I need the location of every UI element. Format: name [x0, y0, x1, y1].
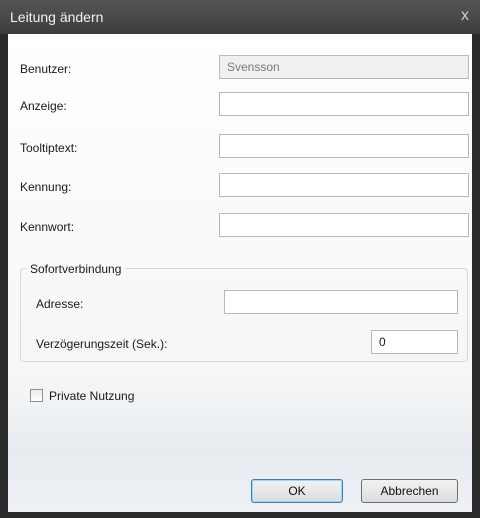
delay-label: Verzögerungszeit (Sek.): [36, 337, 168, 351]
close-icon[interactable]: x [454, 6, 476, 26]
kennung-label: Kennung: [20, 180, 72, 194]
tooltiptext-label: Tooltiptext: [20, 141, 78, 155]
adresse-input[interactable] [224, 290, 458, 314]
kennwort-label: Kennwort: [20, 220, 75, 234]
title-bar[interactable]: Leitung ändern x [0, 0, 480, 34]
benutzer-field: Svensson [219, 55, 469, 79]
kennwort-input[interactable] [219, 213, 469, 237]
kennung-input[interactable] [219, 173, 469, 197]
cancel-button[interactable]: Abbrechen [361, 479, 458, 503]
dialog-title: Leitung ändern [10, 9, 104, 25]
benutzer-label: Benutzer: [20, 62, 72, 76]
anzeige-input[interactable] [219, 92, 469, 116]
sofortverbindung-group-title: Sofortverbindung [26, 262, 126, 276]
private-nutzung-checkbox[interactable] [30, 389, 43, 402]
private-nutzung-label[interactable]: Private Nutzung [49, 389, 134, 403]
adresse-label: Adresse: [36, 297, 84, 311]
delay-input[interactable]: 0 [371, 330, 458, 354]
tooltiptext-input[interactable] [219, 134, 469, 158]
anzeige-label: Anzeige: [20, 99, 67, 113]
dialog-window: Leitung ändern x Benutzer: Svensson Anze… [0, 0, 480, 518]
ok-button[interactable]: OK [251, 479, 343, 503]
